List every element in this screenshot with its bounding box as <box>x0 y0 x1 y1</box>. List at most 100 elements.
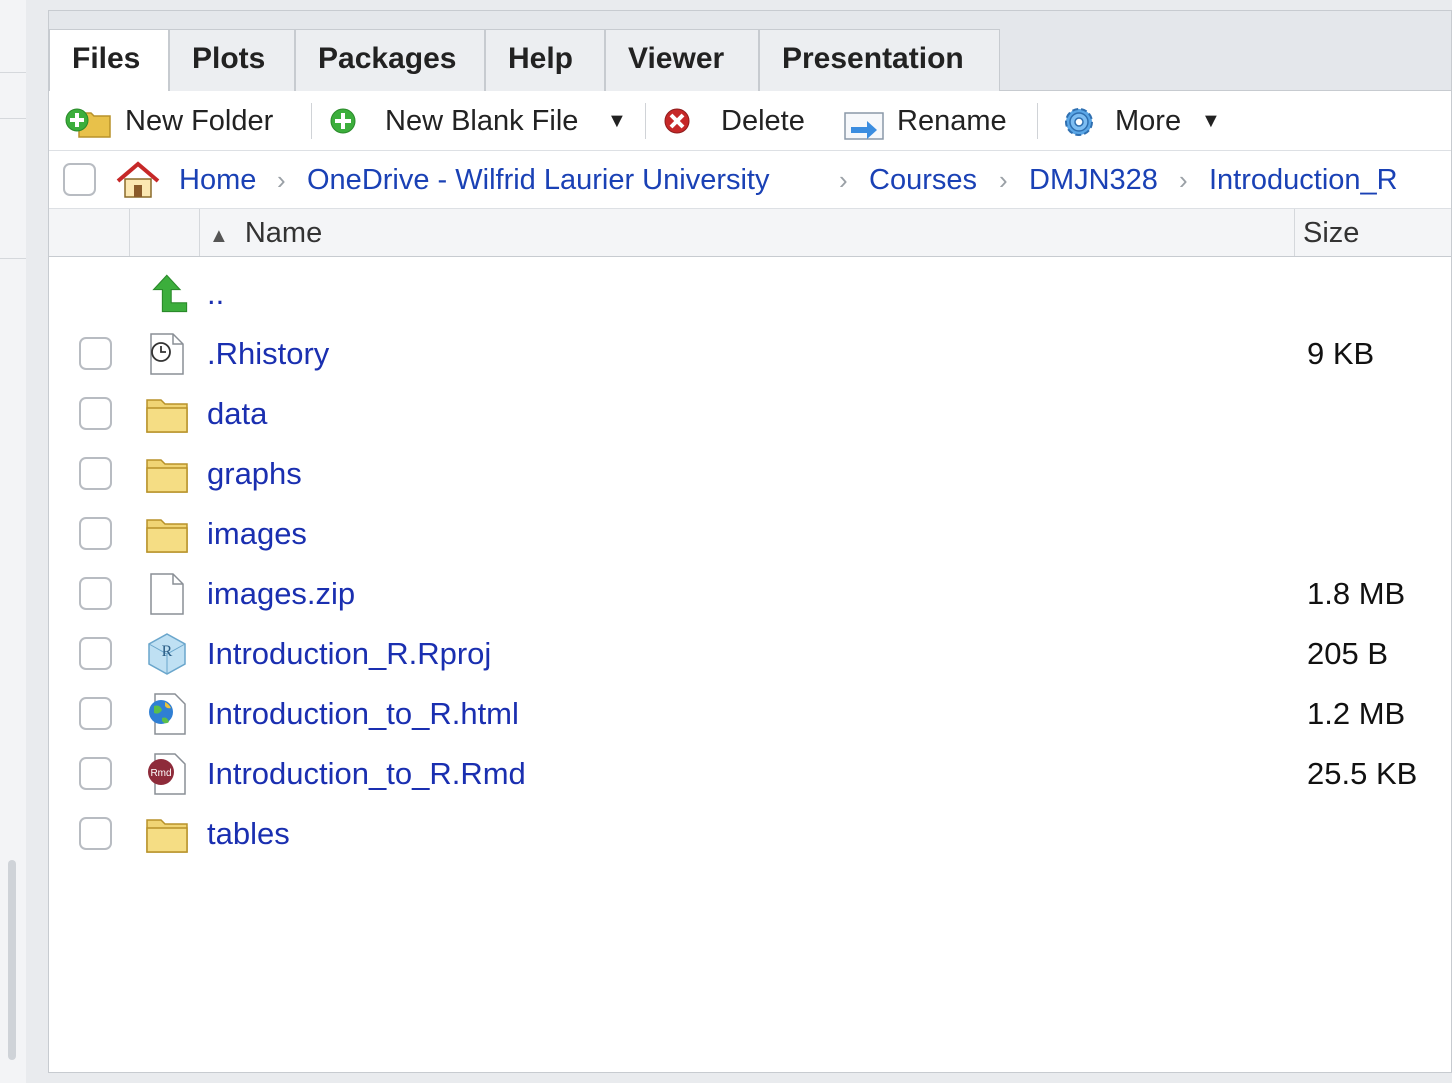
file-row[interactable]: R Introduction_R.Rproj 205 B <box>49 624 1451 684</box>
more-label: More <box>1115 105 1182 137</box>
row-checkbox[interactable] <box>79 397 112 430</box>
breadcrumb-onedrive[interactable]: OneDrive - Wilfrid Laurier University <box>307 151 770 209</box>
rename-label: Rename <box>897 105 1007 137</box>
folder-icon <box>145 512 189 556</box>
left-pane-edge <box>0 0 26 1083</box>
breadcrumb-separator-icon: › <box>999 165 1008 195</box>
select-all-checkbox[interactable] <box>63 163 96 196</box>
svg-text:R: R <box>162 643 173 660</box>
html-icon <box>145 692 189 736</box>
home-icon[interactable] <box>115 161 161 199</box>
row-checkbox[interactable] <box>79 757 112 790</box>
tab-presentation[interactable]: Presentation <box>759 29 1000 91</box>
left-pane-divider <box>0 258 26 259</box>
file-name-link[interactable]: Introduction_R.Rproj <box>207 624 491 684</box>
sort-ascending-icon: ▲ <box>209 225 229 247</box>
file-name-link[interactable]: graphs <box>207 444 302 504</box>
row-checkbox[interactable] <box>79 577 112 610</box>
tab-label: Plots <box>192 42 266 75</box>
size-column-header[interactable]: Size <box>1294 209 1451 256</box>
file-name-link[interactable]: tables <box>207 804 290 864</box>
files-toolbar: New Folder New Blank File ▼ Delete Renam… <box>49 91 1451 151</box>
folder-icon <box>145 812 189 856</box>
file-size: 25.5 KB <box>1307 756 1418 791</box>
toolbar-separator <box>645 103 646 139</box>
tab-label: Viewer <box>628 42 725 75</box>
tab-label: Presentation <box>782 42 964 75</box>
breadcrumb-courses[interactable]: Courses <box>869 151 977 209</box>
new-folder-icon <box>65 108 111 138</box>
breadcrumb-separator-icon: › <box>1179 165 1188 195</box>
tab-label: Files <box>72 42 141 75</box>
toolbar-separator <box>1037 103 1038 139</box>
file-name-link[interactable]: images <box>207 504 307 564</box>
file-size: 9 KB <box>1307 336 1375 371</box>
file-row[interactable]: .Rhistory 9 KB <box>49 324 1451 384</box>
rename-button[interactable]: Rename <box>843 101 1023 141</box>
breadcrumb-separator-icon: › <box>839 165 848 195</box>
left-pane-divider <box>0 72 26 73</box>
breadcrumb-separator-icon: › <box>277 165 286 195</box>
tab-packages[interactable]: Packages <box>295 29 485 91</box>
file-row[interactable]: Introduction_to_R.html 1.2 MB <box>49 684 1451 744</box>
file-list-header: ▲ Name Size <box>49 209 1451 257</box>
row-checkbox[interactable] <box>79 817 112 850</box>
chevron-down-icon: ▼ <box>1201 110 1221 132</box>
rename-icon <box>844 112 884 140</box>
breadcrumb-home[interactable]: Home <box>179 151 256 209</box>
file-name-link[interactable]: .Rhistory <box>207 324 329 384</box>
delete-button[interactable]: Delete <box>661 101 831 141</box>
files-pane: Files Plots Packages Help Viewer Present… <box>48 10 1452 1073</box>
row-checkbox[interactable] <box>79 517 112 550</box>
pane-tabbar: Files Plots Packages Help Viewer Present… <box>49 11 1451 92</box>
file-row[interactable]: tables <box>49 804 1451 864</box>
delete-icon <box>664 108 690 134</box>
tab-files[interactable]: Files <box>49 29 169 92</box>
left-pane-divider <box>0 118 26 119</box>
file-icon <box>145 572 189 616</box>
file-row[interactable]: Rmd Introduction_to_R.Rmd 25.5 KB <box>49 744 1451 804</box>
file-row[interactable]: images <box>49 504 1451 564</box>
file-row[interactable]: images.zip 1.8 MB <box>49 564 1451 624</box>
name-column-header[interactable]: ▲ Name <box>209 209 322 260</box>
file-name-link[interactable]: Introduction_to_R.html <box>207 684 519 744</box>
row-checkbox[interactable] <box>79 457 112 490</box>
folder-icon <box>145 392 189 436</box>
tab-label: Packages <box>318 42 457 75</box>
parent-directory-label[interactable]: .. <box>207 264 224 324</box>
file-row[interactable]: data <box>49 384 1451 444</box>
breadcrumb-current[interactable]: Introduction_R <box>1209 151 1398 209</box>
tab-help[interactable]: Help <box>485 29 605 91</box>
new-folder-button[interactable]: New Folder <box>65 101 290 141</box>
breadcrumb-dmjn328[interactable]: DMJN328 <box>1029 151 1158 209</box>
row-checkbox[interactable] <box>79 637 112 670</box>
rhistory-icon <box>145 332 189 376</box>
file-size: 1.8 MB <box>1307 576 1406 611</box>
breadcrumb: Home › OneDrive - Wilfrid Laurier Univer… <box>49 151 1451 209</box>
tab-plots[interactable]: Plots <box>169 29 295 91</box>
svg-text:Rmd: Rmd <box>150 768 171 779</box>
header-checkbox-column <box>49 209 130 256</box>
chevron-down-icon: ▼ <box>607 110 627 132</box>
size-header-label: Size <box>1303 217 1360 249</box>
file-name-link[interactable]: Introduction_to_R.Rmd <box>207 744 526 804</box>
more-button[interactable]: More ▼ <box>1059 101 1229 141</box>
file-name-link[interactable]: data <box>207 384 267 444</box>
file-row[interactable]: graphs <box>49 444 1451 504</box>
parent-directory-row[interactable]: .. <box>49 264 1451 324</box>
up-arrow-icon <box>152 274 188 313</box>
file-size: 1.2 MB <box>1307 696 1406 731</box>
toolbar-separator <box>311 103 312 139</box>
left-pane-scrollbar[interactable] <box>8 860 16 1060</box>
folder-icon <box>145 452 189 496</box>
row-checkbox[interactable] <box>79 337 112 370</box>
name-header-label: Name <box>244 217 323 249</box>
row-checkbox[interactable] <box>79 697 112 730</box>
new-blank-file-button[interactable]: New Blank File ▼ <box>327 101 627 141</box>
add-circle-icon <box>330 108 356 134</box>
file-name-link[interactable]: images.zip <box>207 564 355 624</box>
tab-viewer[interactable]: Viewer <box>605 29 759 91</box>
header-icon-column <box>129 209 200 256</box>
tab-label: Help <box>508 42 574 75</box>
file-size: 205 B <box>1307 636 1389 671</box>
